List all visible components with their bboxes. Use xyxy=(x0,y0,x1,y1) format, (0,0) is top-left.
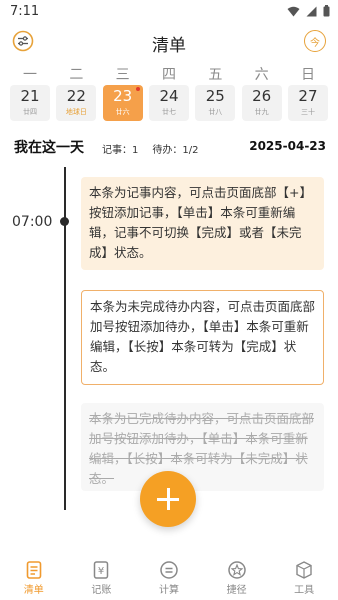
date-cell[interactable]: 26 廿九 xyxy=(241,85,282,121)
lunar-date: 三十 xyxy=(300,108,315,116)
weekday-label: 六 xyxy=(254,67,269,83)
wifi-icon xyxy=(287,6,300,16)
note-count: 记事：1 xyxy=(102,145,139,156)
day-summary: 我在这一天 记事：1 待办：1/2 2025-04-23 xyxy=(14,137,326,157)
nav-label: 捷径 xyxy=(226,585,247,596)
box-icon xyxy=(296,561,312,579)
svg-text:¥: ¥ xyxy=(98,566,104,577)
nav-item-calculator[interactable]: 计算 xyxy=(139,556,199,600)
today-button[interactable]: 今 xyxy=(304,30,326,52)
todo-text: 本条为未完成待办内容，可点击页面底部加号按钮添加待办，【单击】本条可重新编辑，【… xyxy=(90,299,316,374)
note-card[interactable]: 本条为记事内容，可点击页面底部【+】按钮添加记事，【单击】本条可重新编辑，记事不… xyxy=(81,177,324,270)
date-cell[interactable]: 24 廿七 xyxy=(148,85,189,121)
nav-label: 清单 xyxy=(23,585,44,596)
date-number: 25 xyxy=(205,87,225,105)
weekday-label: 日 xyxy=(300,67,315,83)
date-number: 21 xyxy=(20,87,40,105)
status-icons xyxy=(287,5,330,17)
status-time: 7:11 xyxy=(10,4,40,19)
time-label: 07:00 xyxy=(12,214,53,230)
date-cell-selected[interactable]: 23 廿六 xyxy=(102,85,143,121)
star-icon xyxy=(227,561,246,579)
signal-icon xyxy=(306,6,317,16)
app-header: 清单 今 xyxy=(0,26,338,58)
date-number: 22 xyxy=(66,87,86,105)
todo-card[interactable]: 本条为未完成待办内容，可点击页面底部加号按钮添加待办，【单击】本条可重新编辑，【… xyxy=(81,290,324,385)
date-cell[interactable]: 22 地球日 xyxy=(56,85,97,121)
todo-count: 待办：1/2 xyxy=(152,145,199,156)
plus-icon-stroke xyxy=(167,488,170,510)
lunar-date: 廿八 xyxy=(208,108,223,116)
weekday-label: 三 xyxy=(115,67,130,83)
nav-item-checklist[interactable]: 清单 xyxy=(4,556,64,600)
calculator-icon xyxy=(160,561,178,579)
summary-stats: 记事：1 待办：1/2 xyxy=(102,141,198,156)
checklist-icon xyxy=(26,561,42,579)
done-todo-card[interactable]: 本条为已完成待办内容，可点击页面底部加号按钮添加待办，【单击】本条可重新编辑，【… xyxy=(81,403,324,491)
weekday-label: 四 xyxy=(161,67,176,83)
status-bar: 7:11 xyxy=(0,0,338,24)
date-number: 27 xyxy=(298,87,318,105)
timeline-dot xyxy=(60,217,69,226)
nav-label: 工具 xyxy=(294,585,315,596)
lunar-date: 廿九 xyxy=(254,108,269,116)
nav-item-accounting[interactable]: ¥ 记账 xyxy=(71,556,131,600)
summary-title: 我在这一天 xyxy=(14,140,84,156)
nav-label: 计算 xyxy=(158,585,179,596)
date-number: 24 xyxy=(159,87,179,105)
done-todo-text: 本条为已完成待办内容，可点击页面底部加号按钮添加待办，【单击】本条可重新编辑，【… xyxy=(89,411,315,486)
date-row: 21 廿四 22 地球日 23 廿六 24 廿七 25 廿八 26 廿九 27 … xyxy=(10,85,328,121)
ledger-icon: ¥ xyxy=(94,561,109,579)
weekday-row: 一 二 三 四 五 六 日 xyxy=(10,64,328,84)
nav-label: 记账 xyxy=(91,585,112,596)
page-title: 清单 xyxy=(152,36,186,56)
event-dot xyxy=(135,87,140,91)
date-cell[interactable]: 21 廿四 xyxy=(10,85,50,121)
note-text: 本条为记事内容，可点击页面底部【+】按钮添加记事，【单击】本条可重新编辑，记事不… xyxy=(89,185,312,260)
summary-date: 2025-04-23 xyxy=(249,139,326,153)
lunar-date: 廿七 xyxy=(161,108,176,116)
weekday-label: 五 xyxy=(208,67,223,83)
weekday-label: 二 xyxy=(69,67,84,83)
lunar-date: 廿六 xyxy=(115,108,130,116)
date-number: 26 xyxy=(252,87,272,105)
date-cell[interactable]: 25 廿八 xyxy=(195,85,236,121)
weekday-label: 一 xyxy=(23,67,37,83)
bottom-nav: 清单 ¥ 记账 计算 捷径 工具 xyxy=(0,556,338,600)
add-button[interactable] xyxy=(140,471,196,527)
date-cell[interactable]: 27 三十 xyxy=(287,85,328,121)
battery-icon xyxy=(323,5,330,17)
nav-item-tools[interactable]: 工具 xyxy=(274,556,334,600)
lunar-date: 廿四 xyxy=(23,108,37,116)
holiday-label: 地球日 xyxy=(65,108,87,116)
today-label: 今 xyxy=(310,37,320,49)
nav-item-shortcut[interactable]: 捷径 xyxy=(207,556,267,600)
